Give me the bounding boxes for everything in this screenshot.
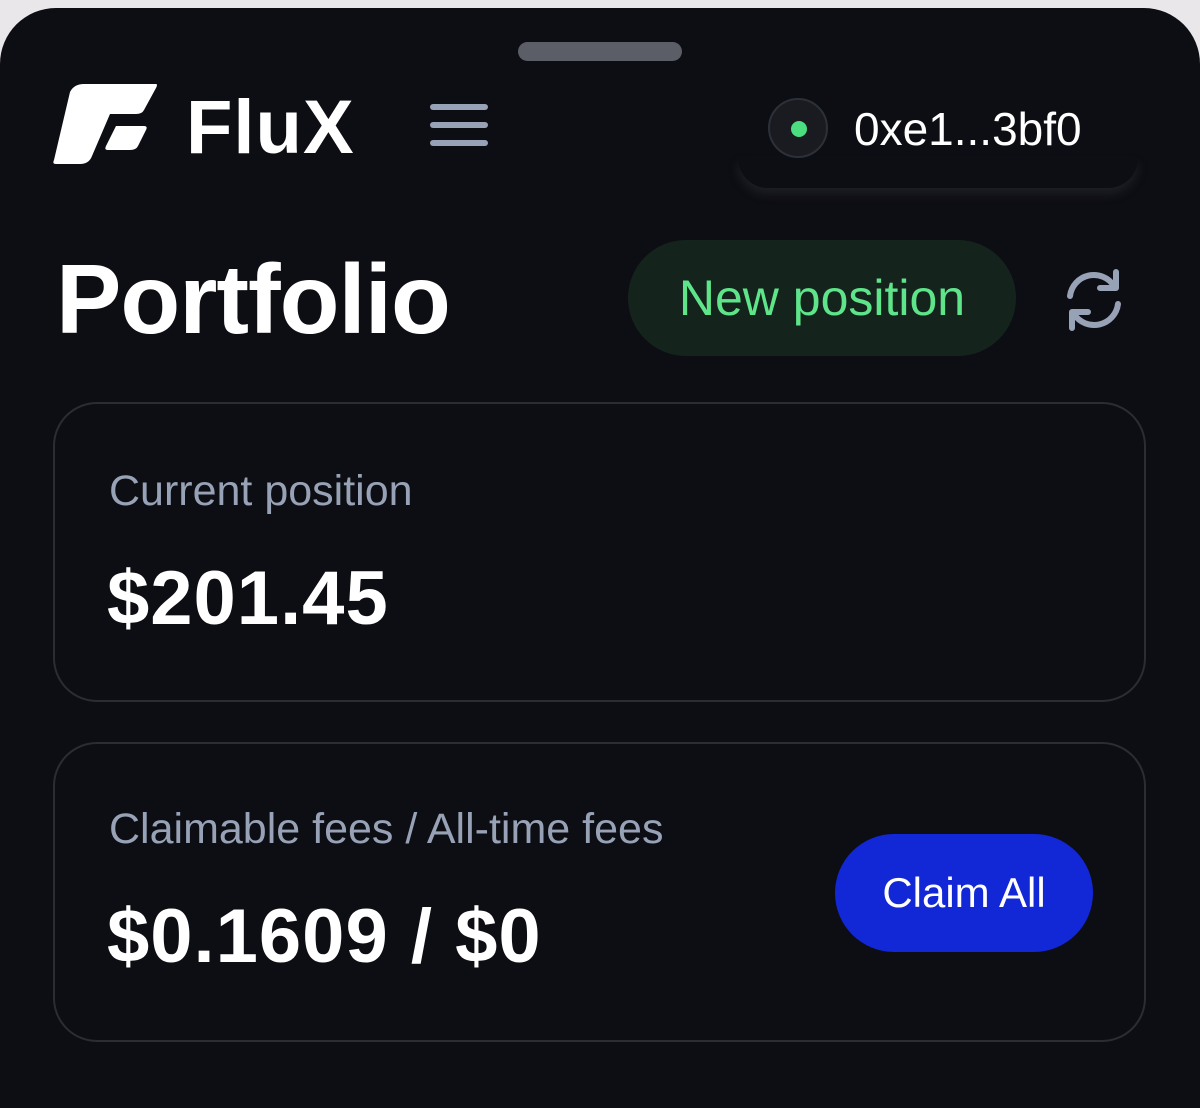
current-position-card: Current position $201.45 (53, 402, 1146, 702)
brand-name: FluX (186, 85, 355, 170)
fees-card: Claimable fees / All-time fees $0.1609 /… (53, 742, 1146, 1042)
wallet-address: 0xe1...3bf0 (854, 103, 1082, 155)
hamburger-menu-icon[interactable] (426, 96, 492, 152)
wallet-shadow (738, 158, 1138, 188)
current-position-label: Current position (109, 467, 413, 515)
current-position-value: $201.45 (107, 556, 389, 641)
refresh-icon[interactable] (1058, 264, 1130, 336)
page-title: Portfolio (56, 244, 451, 354)
app-sheet: FluX 0xe1...3bf0 Portfolio New position … (0, 8, 1200, 1108)
wallet-button[interactable]: 0xe1...3bf0 (738, 84, 1138, 184)
fees-value: $0.1609 / $0 (107, 894, 542, 979)
status-dot (791, 121, 807, 137)
new-position-button[interactable]: New position (628, 240, 1016, 356)
flux-logo-icon (53, 84, 158, 164)
drag-handle[interactable] (518, 42, 682, 61)
connection-status-icon (768, 98, 828, 158)
claim-all-button[interactable]: Claim All (835, 834, 1093, 952)
fees-label: Claimable fees / All-time fees (109, 805, 664, 853)
